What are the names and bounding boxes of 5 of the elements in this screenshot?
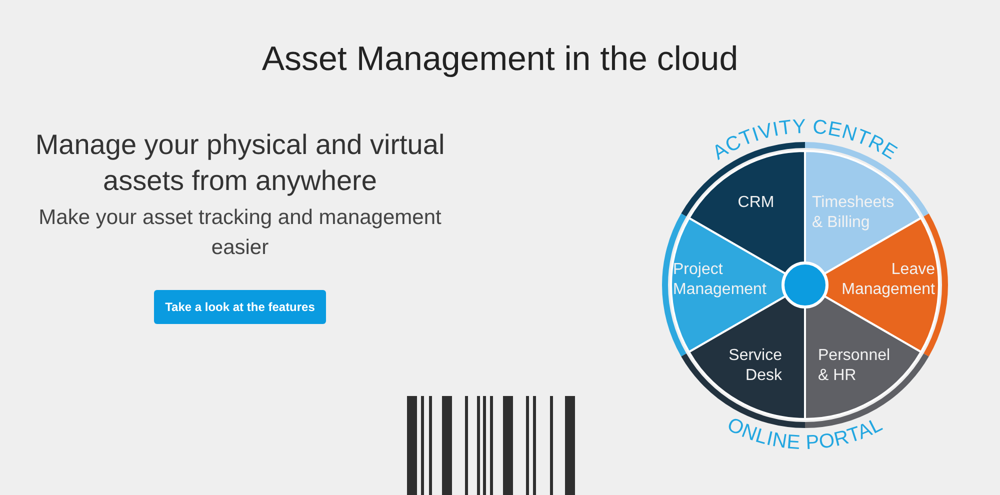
hero-title: Manage your physical and virtual assets from anywhere	[34, 128, 446, 198]
features-button[interactable]: Take a look at the features	[154, 290, 326, 324]
hero-subtitle: Make your asset tracking and management easier	[38, 205, 442, 261]
barcode-icon	[407, 396, 577, 495]
page-heading: Asset Management in the cloud	[262, 39, 738, 80]
